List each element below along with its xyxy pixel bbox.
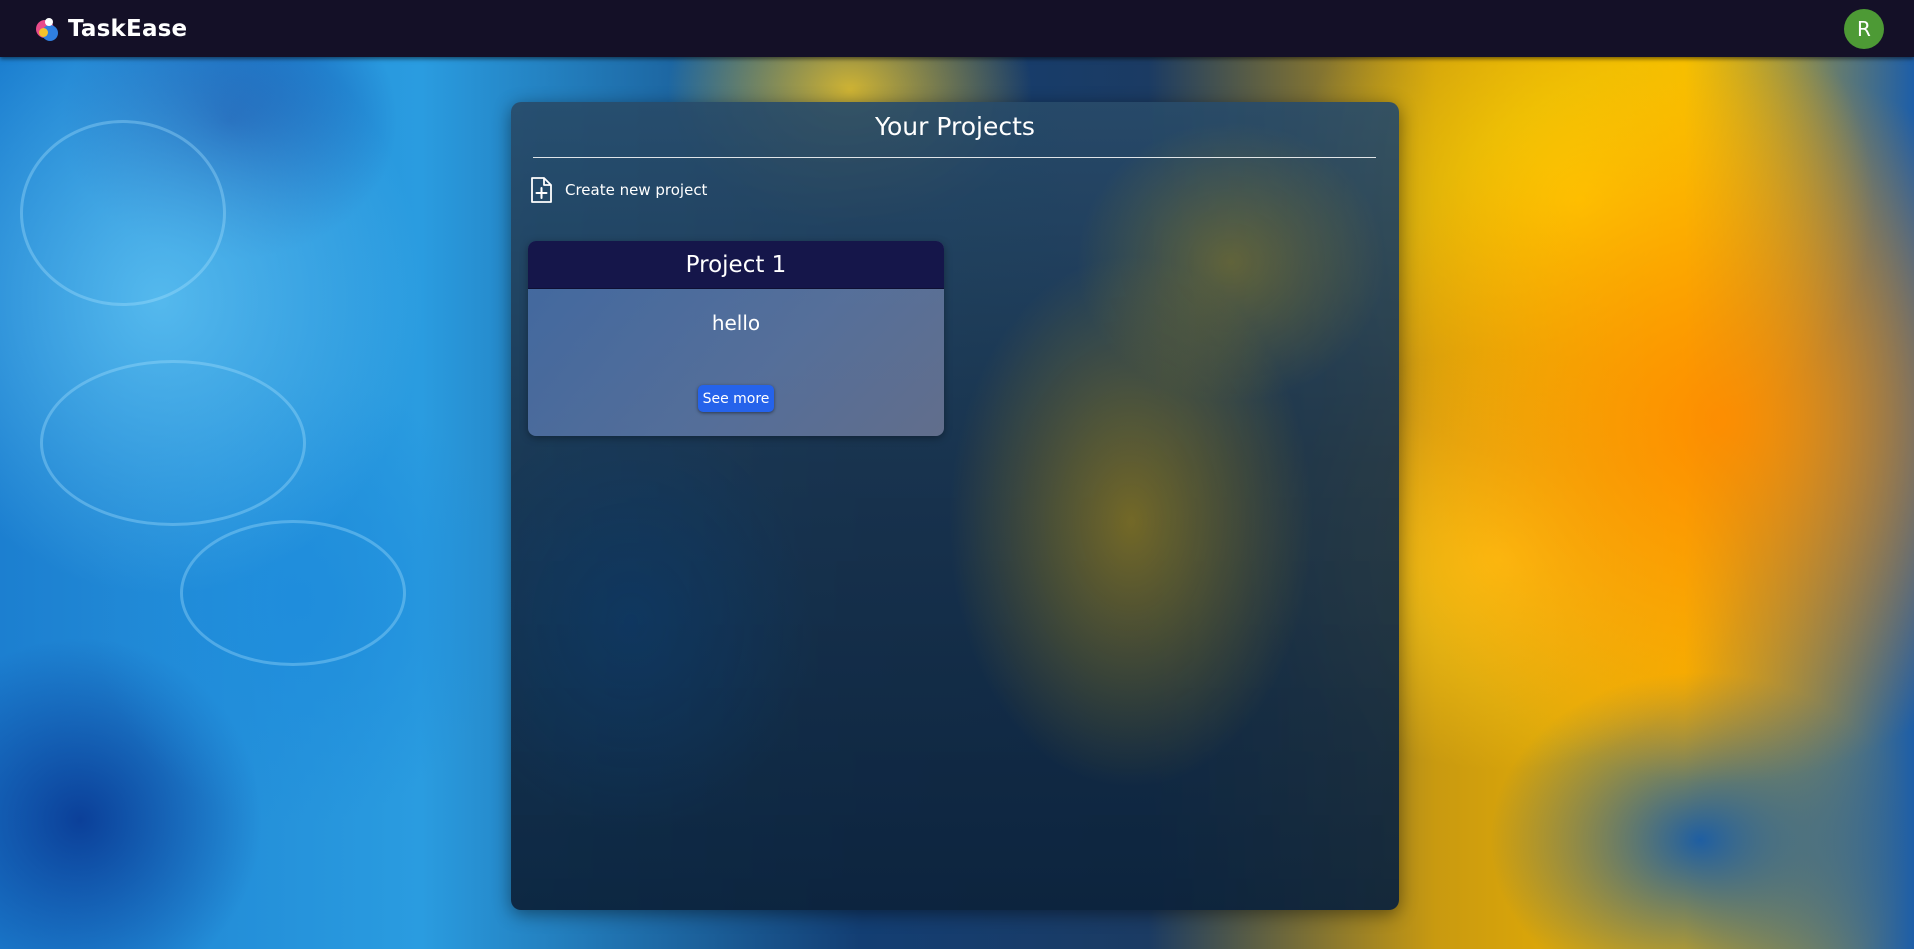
top-navbar: TaskEase R [0,0,1914,57]
background-swirl [40,360,306,526]
taskease-logo-icon [34,16,60,42]
projects-panel: Your Projects Create new project Project… [511,102,1399,910]
create-project-button[interactable]: Create new project [529,177,707,203]
project-title: Project 1 [685,251,787,278]
app-name: TaskEase [68,15,188,42]
project-card-header: Project 1 [528,241,944,289]
user-avatar[interactable]: R [1844,8,1884,49]
brand-home-link[interactable]: TaskEase [34,16,187,42]
file-plus-icon [529,177,553,203]
user-initial: R [1857,16,1871,41]
project-card: Project 1 hello See more [528,241,944,436]
see-more-button[interactable]: See more [698,385,774,412]
title-divider [533,157,1376,158]
project-description: hello [711,311,761,335]
background-swirl [20,120,226,306]
page-title: Your Projects [875,112,1035,141]
create-project-label: Create new project [565,181,708,199]
background-swirl [180,520,406,666]
